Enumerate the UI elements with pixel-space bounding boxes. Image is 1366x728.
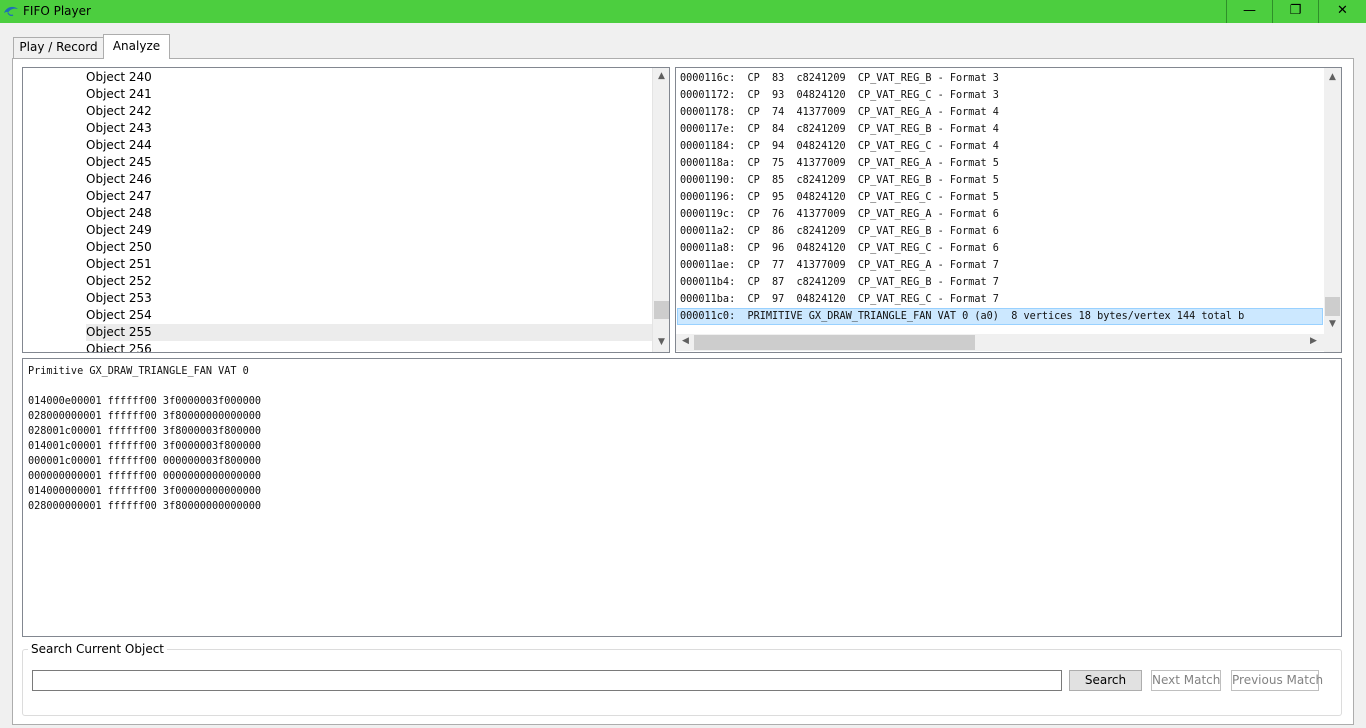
- scroll-up-icon[interactable]: ▲: [1325, 72, 1340, 82]
- minimize-button[interactable]: —: [1226, 0, 1272, 23]
- scrollbar-corner: [1324, 334, 1341, 352]
- next-match-button[interactable]: Next Match: [1151, 670, 1221, 691]
- tree-item[interactable]: Object 253: [86, 290, 152, 307]
- command-row[interactable]: 00001178: CP 74 41377009 CP_VAT_REG_A - …: [680, 104, 999, 121]
- tree-item[interactable]: Object 248: [86, 205, 152, 222]
- command-row[interactable]: 000011c0: PRIMITIVE GX_DRAW_TRIANGLE_FAN…: [677, 308, 1323, 325]
- restore-button[interactable]: ❐: [1272, 0, 1318, 23]
- command-row[interactable]: 00001184: CP 94 04824120 CP_VAT_REG_C - …: [680, 138, 999, 155]
- close-button[interactable]: ✕: [1318, 0, 1366, 23]
- tree-item[interactable]: Object 243: [86, 120, 152, 137]
- scroll-down-icon[interactable]: ▼: [654, 337, 669, 347]
- detail-line: 028001c00001 ffffff00 3f8000003f800000: [28, 426, 262, 437]
- command-row[interactable]: 000011b4: CP 87 c8241209 CP_VAT_REG_B - …: [680, 274, 999, 291]
- command-row[interactable]: 00001196: CP 95 04824120 CP_VAT_REG_C - …: [680, 189, 999, 206]
- tree-item[interactable]: Object 254: [86, 307, 152, 324]
- command-list[interactable]: 0000116c: CP 83 c8241209 CP_VAT_REG_B - …: [675, 67, 1342, 353]
- tab-analyze[interactable]: Analyze: [103, 34, 170, 59]
- scroll-down-icon[interactable]: ▼: [1325, 319, 1340, 329]
- tree-item[interactable]: Object 255: [86, 324, 653, 341]
- minimize-icon: —: [1243, 3, 1256, 18]
- search-group-label: Search Current Object: [28, 642, 168, 656]
- command-row[interactable]: 000011a8: CP 96 04824120 CP_VAT_REG_C - …: [680, 240, 999, 257]
- commands-hscroll-thumb[interactable]: [694, 335, 975, 350]
- command-row[interactable]: 000011ae: CP 77 41377009 CP_VAT_REG_A - …: [680, 257, 999, 274]
- previous-match-button[interactable]: Previous Match: [1231, 670, 1323, 691]
- restore-icon: ❐: [1289, 3, 1302, 18]
- command-row[interactable]: 000011ba: CP 97 04824120 CP_VAT_REG_C - …: [680, 291, 999, 308]
- tree-scroll-thumb[interactable]: [654, 301, 669, 319]
- scroll-right-icon[interactable]: ▶: [1306, 336, 1321, 346]
- commands-vscroll-thumb[interactable]: [1325, 297, 1340, 316]
- object-tree[interactable]: Object 240 Object 241 Object 242 Object 243…: [22, 67, 670, 353]
- tree-item[interactable]: Object 242: [86, 103, 152, 120]
- command-row[interactable]: 0000119c: CP 76 41377009 CP_VAT_REG_A - …: [680, 206, 999, 223]
- detail-line: 014000e00001 ffffff00 3f0000003f000000: [28, 396, 262, 407]
- detail-line: 014001c00001 ffffff00 3f0000003f800000: [28, 441, 262, 452]
- detail-line: 000001c00001 ffffff00 000000003f800000: [28, 456, 262, 467]
- command-row[interactable]: 0000118a: CP 75 41377009 CP_VAT_REG_A - …: [680, 155, 999, 172]
- detail-line: 014000000001 ffffff00 3f00000000000000: [28, 486, 262, 497]
- tree-item[interactable]: Object 241: [86, 86, 152, 103]
- object-detail-text[interactable]: Primitive GX_DRAW_TRIANGLE_FAN VAT 0 0140…: [22, 358, 1342, 637]
- tree-item[interactable]: Object 251: [86, 256, 152, 273]
- tree-item[interactable]: Object 244: [86, 137, 152, 154]
- tree-item[interactable]: Object 245: [86, 154, 152, 171]
- detail-line: 000000000001 ffffff00 0000000000000000: [28, 471, 262, 482]
- detail-line: Primitive GX_DRAW_TRIANGLE_FAN VAT 0: [28, 366, 249, 377]
- commands-vertical-scrollbar[interactable]: ▲ ▼: [1324, 68, 1341, 336]
- detail-line: 028000000001 ffffff00 3f80000000000000: [28, 501, 262, 512]
- tree-item[interactable]: Object 246: [86, 171, 152, 188]
- window-title: FIFO Player: [23, 4, 91, 18]
- title-bar: FIFO Player — ❐ ✕: [0, 0, 1366, 23]
- tree-item[interactable]: Object 249: [86, 222, 152, 239]
- close-icon: ✕: [1337, 3, 1348, 18]
- commands-horizontal-scrollbar[interactable]: ◀ ▶: [676, 334, 1324, 351]
- tree-item[interactable]: Object 247: [86, 188, 152, 205]
- tree-item[interactable]: Object 252: [86, 273, 152, 290]
- tree-item[interactable]: Object 250: [86, 239, 152, 256]
- tree-item[interactable]: Object 240: [86, 69, 152, 86]
- detail-line: 028000000001 ffffff00 3f80000000000000: [28, 411, 262, 422]
- tab-play-record[interactable]: Play / Record: [13, 37, 104, 58]
- search-input[interactable]: [32, 670, 1062, 691]
- search-button[interactable]: Search: [1069, 670, 1142, 691]
- command-row[interactable]: 000011a2: CP 86 c8241209 CP_VAT_REG_B - …: [680, 223, 999, 240]
- command-row[interactable]: 00001172: CP 93 04824120 CP_VAT_REG_C - …: [680, 87, 999, 104]
- scroll-up-icon[interactable]: ▲: [654, 71, 669, 81]
- tree-vertical-scrollbar[interactable]: ▲ ▼: [652, 68, 669, 352]
- command-row[interactable]: 0000116c: CP 83 c8241209 CP_VAT_REG_B - …: [680, 70, 999, 87]
- tree-item[interactable]: Object 256: [86, 341, 152, 352]
- scroll-left-icon[interactable]: ◀: [678, 336, 693, 346]
- command-row[interactable]: 00001190: CP 85 c8241209 CP_VAT_REG_B - …: [680, 172, 999, 189]
- dolphin-app-icon: [4, 6, 18, 17]
- command-row[interactable]: 0000117e: CP 84 c8241209 CP_VAT_REG_B - …: [680, 121, 999, 138]
